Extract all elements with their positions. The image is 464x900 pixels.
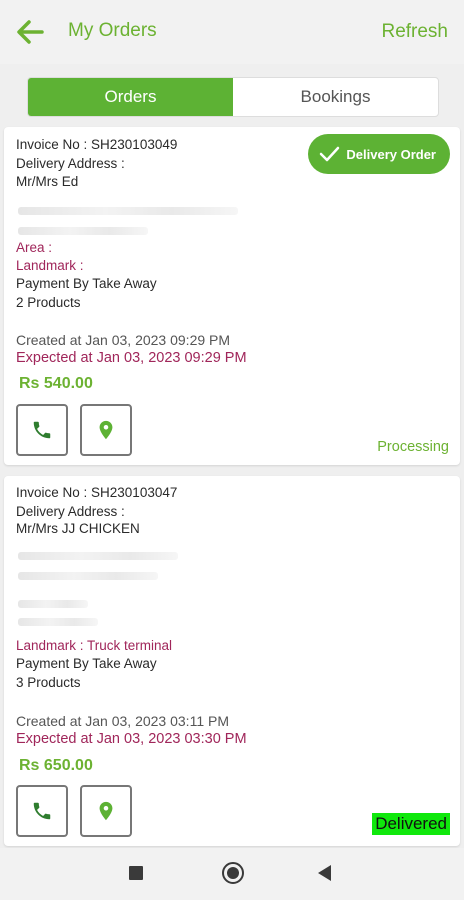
call-button[interactable] [16, 404, 68, 456]
page-title: My Orders [68, 20, 157, 41]
map-pin-icon [99, 420, 113, 440]
product-count: 2 Products [16, 295, 81, 310]
payment-method: Payment By Take Away [16, 656, 157, 671]
expected-at: Expected at Jan 03, 2023 03:30 PM [16, 731, 247, 747]
expected-at: Expected at Jan 03, 2023 09:29 PM [16, 350, 247, 366]
phone-icon [33, 421, 51, 439]
created-at: Created at Jan 03, 2023 03:11 PM [16, 713, 229, 729]
recents-icon[interactable] [129, 866, 143, 880]
delivery-address-label: Delivery Address : [16, 156, 125, 171]
tab-bookings[interactable]: Bookings [233, 78, 438, 116]
map-pin-icon [99, 801, 113, 821]
area-label: Area : [16, 240, 53, 255]
home-icon[interactable] [222, 862, 244, 884]
app-bar: My Orders Refresh [0, 0, 464, 64]
landmark-label: Landmark : [16, 258, 84, 273]
product-count: 3 Products [16, 675, 81, 690]
payment-method: Payment By Take Away [16, 276, 157, 291]
system-nav-bar [0, 848, 464, 900]
location-button[interactable] [80, 785, 132, 837]
landmark-label: Landmark : Truck terminal [16, 638, 173, 653]
order-price: Rs 650.00 [19, 757, 93, 774]
redacted-address [18, 600, 88, 608]
invoice-number: Invoice No : SH230103047 [16, 485, 178, 500]
call-button[interactable] [16, 785, 68, 837]
location-button[interactable] [80, 404, 132, 456]
delivery-address-label: Delivery Address : [16, 504, 125, 519]
tab-bar: Orders Bookings [27, 77, 439, 117]
redacted-address [18, 618, 98, 626]
order-status: Delivered [372, 813, 450, 835]
redacted-address [18, 207, 238, 215]
customer-name: Mr/Mrs JJ CHICKEN [16, 521, 140, 536]
redacted-address [18, 227, 148, 235]
tab-orders[interactable]: Orders [28, 78, 233, 116]
phone-icon [33, 802, 51, 820]
back-arrow-icon[interactable] [12, 14, 48, 50]
order-card[interactable]: Invoice No : SH230103047 Delivery Addres… [4, 476, 460, 846]
back-triangle-icon[interactable] [318, 865, 331, 881]
order-price: Rs 540.00 [19, 375, 93, 392]
created-at: Created at Jan 03, 2023 09:29 PM [16, 332, 231, 348]
invoice-number: Invoice No : SH230103049 [16, 137, 178, 152]
customer-name: Mr/Mrs Ed [16, 174, 79, 189]
redacted-address [18, 572, 158, 580]
refresh-button[interactable]: Refresh [381, 21, 448, 43]
order-card[interactable]: Invoice No : SH230103049 Delivery Addres… [4, 127, 460, 465]
delivery-order-label: Delivery Order [346, 146, 436, 162]
check-icon [320, 146, 340, 162]
delivery-order-badge[interactable]: Delivery Order [308, 134, 450, 174]
redacted-address [18, 552, 178, 560]
order-status: Processing [377, 439, 449, 455]
